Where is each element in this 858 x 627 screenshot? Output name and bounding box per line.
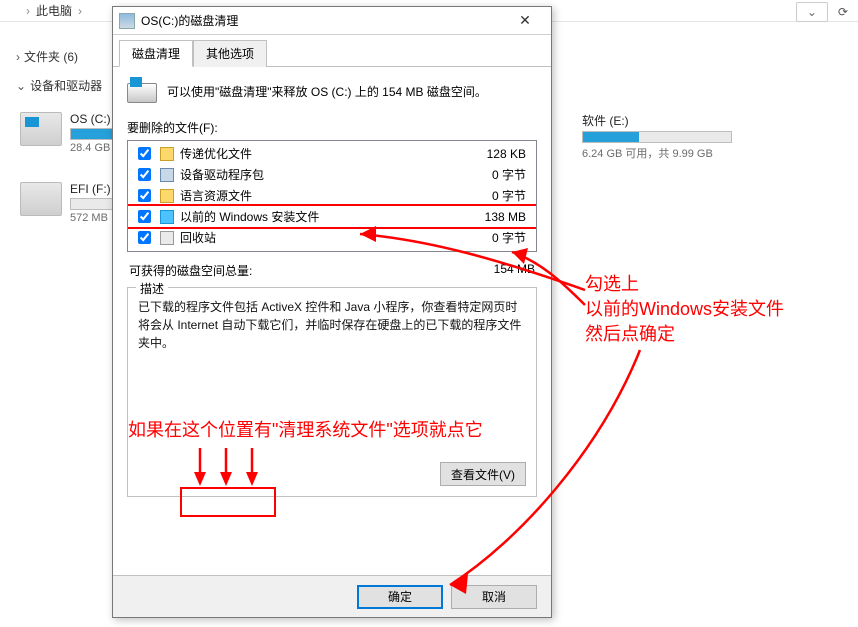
file-name: 语言资源文件 bbox=[180, 187, 454, 204]
file-row[interactable]: 传递优化文件 128 KB bbox=[128, 143, 536, 164]
view-files-button[interactable]: 查看文件(V) bbox=[440, 462, 526, 486]
sidebar-folders[interactable]: 文件夹 (6) bbox=[0, 42, 112, 71]
drive-name: 软件 (E:) bbox=[582, 112, 732, 129]
cancel-button[interactable]: 取消 bbox=[451, 585, 537, 609]
file-list[interactable]: 传递优化文件 128 KB 设备驱动程序包 0 字节 语言资源文件 0 字节 以… bbox=[127, 140, 537, 252]
file-name: 设备驱动程序包 bbox=[180, 166, 454, 183]
close-button[interactable]: ✕ bbox=[505, 11, 545, 31]
file-size: 0 字节 bbox=[460, 229, 530, 246]
file-type-icon bbox=[160, 168, 174, 182]
file-checkbox[interactable] bbox=[138, 231, 151, 244]
dropdown-icon[interactable]: ⌄ bbox=[796, 2, 828, 22]
total-space-row: 可获得的磁盘空间总量: 154 MB bbox=[129, 262, 535, 279]
drive-big-icon bbox=[127, 77, 159, 105]
dialog-footer: 确定 取消 bbox=[113, 575, 551, 617]
file-checkbox[interactable] bbox=[138, 147, 151, 160]
description-legend: 描述 bbox=[136, 280, 168, 297]
tab-other-options[interactable]: 其他选项 bbox=[193, 40, 267, 67]
drive-icon bbox=[20, 112, 62, 146]
explorer-sidebar: 文件夹 (6) 设备和驱动器 bbox=[0, 22, 112, 100]
file-row[interactable]: 设备驱动程序包 0 字节 bbox=[128, 164, 536, 185]
disk-cleanup-icon bbox=[119, 13, 135, 29]
file-size: 0 字节 bbox=[460, 187, 530, 204]
drive-bar bbox=[582, 131, 732, 143]
tab-disk-cleanup[interactable]: 磁盘清理 bbox=[119, 40, 193, 67]
files-to-delete-label: 要删除的文件(F): bbox=[127, 119, 537, 136]
file-checkbox[interactable] bbox=[138, 168, 151, 181]
sidebar-devices[interactable]: 设备和驱动器 bbox=[0, 71, 112, 100]
breadcrumb-text[interactable]: 此电脑 bbox=[36, 2, 72, 19]
total-label: 可获得的磁盘空间总量: bbox=[129, 262, 252, 279]
file-name: 以前的 Windows 安装文件 bbox=[180, 208, 454, 225]
explorer-right-controls: ⌄ ⟳ bbox=[796, 2, 848, 22]
file-name: 传递优化文件 bbox=[180, 145, 454, 162]
breadcrumb-sep: › bbox=[26, 4, 30, 18]
file-row[interactable]: 回收站 0 字节 bbox=[128, 227, 536, 248]
file-size: 138 MB bbox=[460, 210, 530, 224]
refresh-icon[interactable]: ⟳ bbox=[838, 5, 848, 19]
description-group: 描述 已下载的程序文件包括 ActiveX 控件和 Java 小程序，你查看特定… bbox=[127, 287, 537, 497]
file-type-icon bbox=[160, 147, 174, 161]
dialog-titlebar[interactable]: OS(C:)的磁盘清理 ✕ bbox=[113, 7, 551, 35]
recycle-bin-icon bbox=[160, 231, 174, 245]
file-size: 128 KB bbox=[460, 147, 530, 161]
dialog-tabs: 磁盘清理 其他选项 bbox=[113, 35, 551, 67]
description-text: 已下载的程序文件包括 ActiveX 控件和 Java 小程序，你查看特定网页时… bbox=[138, 298, 526, 352]
total-value: 154 MB bbox=[494, 262, 535, 279]
file-type-icon bbox=[160, 189, 174, 203]
dialog-body: 可以使用"磁盘清理"来释放 OS (C:) 上的 154 MB 磁盘空间。 要删… bbox=[113, 67, 551, 575]
ok-button[interactable]: 确定 bbox=[357, 585, 443, 609]
intro-row: 可以使用"磁盘清理"来释放 OS (C:) 上的 154 MB 磁盘空间。 bbox=[127, 77, 537, 105]
file-checkbox[interactable] bbox=[138, 189, 151, 202]
drive-icon bbox=[20, 182, 62, 216]
windows-icon bbox=[160, 210, 174, 224]
file-name: 回收站 bbox=[180, 229, 454, 246]
drive-meta: 6.24 GB 可用，共 9.99 GB bbox=[582, 145, 732, 161]
dialog-title: OS(C:)的磁盘清理 bbox=[141, 12, 499, 29]
file-size: 0 字节 bbox=[460, 166, 530, 183]
file-row[interactable]: 语言资源文件 0 字节 bbox=[128, 185, 536, 206]
breadcrumb-sep-2: › bbox=[78, 4, 82, 18]
intro-text: 可以使用"磁盘清理"来释放 OS (C:) 上的 154 MB 磁盘空间。 bbox=[167, 83, 487, 100]
file-checkbox[interactable] bbox=[138, 210, 151, 223]
file-row-previous-windows[interactable]: 以前的 Windows 安装文件 138 MB bbox=[128, 206, 536, 227]
disk-cleanup-dialog: OS(C:)的磁盘清理 ✕ 磁盘清理 其他选项 可以使用"磁盘清理"来释放 OS… bbox=[112, 6, 552, 618]
drive-software-e[interactable]: 软件 (E:) 6.24 GB 可用，共 9.99 GB bbox=[582, 112, 732, 161]
